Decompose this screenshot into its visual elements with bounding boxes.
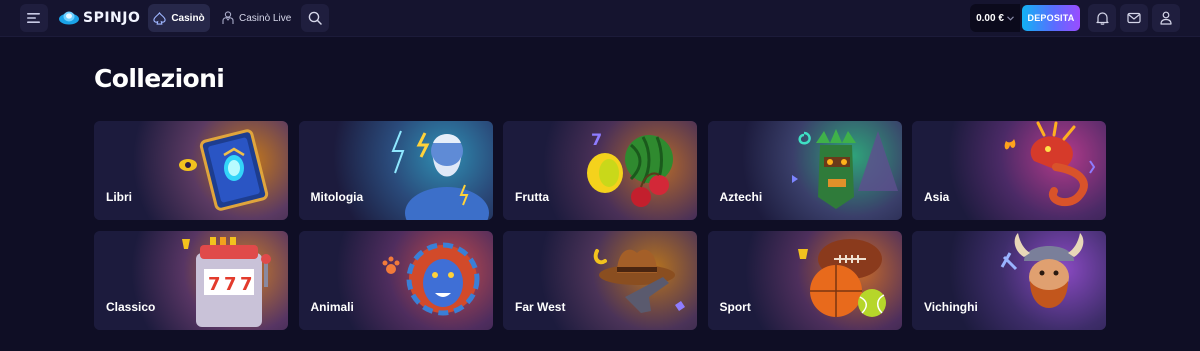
logo-text: SPINJO (83, 10, 141, 26)
search-button[interactable] (301, 4, 329, 32)
viking-icon (1000, 233, 1084, 308)
collection-label: Aztechi (719, 190, 763, 204)
collection-label: Far West (515, 300, 566, 314)
collection-card-frutta[interactable]: 7 Frutta (503, 121, 697, 220)
slot-machine-icon: 7 7 7 (182, 237, 271, 327)
collection-card-libri[interactable]: Libri (94, 121, 288, 220)
collection-label: Libri (106, 190, 132, 204)
lion-icon (382, 242, 479, 316)
nav-tab-casino-live-label: Casinò Live (239, 12, 292, 24)
collection-label: Sport (719, 300, 751, 314)
notifications-button[interactable] (1088, 4, 1116, 32)
collection-card-classico[interactable]: 7 7 7 Classico (94, 231, 288, 330)
collection-card-mitologia[interactable]: Mitologia (298, 121, 493, 220)
collection-card-aztechi[interactable]: Aztechi (707, 121, 902, 220)
collection-label: Vichinghi (924, 300, 978, 314)
dealer-icon (222, 11, 234, 24)
svg-text:7: 7 (240, 274, 253, 295)
balance-amount: 0.00 € (976, 12, 1004, 24)
hamburger-menu-icon (27, 13, 40, 23)
aztec-mask-icon (791, 129, 898, 209)
spade-icon (153, 11, 166, 25)
collection-card-far-west[interactable]: Far West (503, 231, 697, 330)
svg-text:7: 7 (591, 130, 602, 149)
account-button[interactable] (1152, 4, 1180, 32)
fruit-icon: 7 (587, 130, 673, 207)
collection-card-sport[interactable]: Sport (707, 231, 902, 330)
page-title: Collezioni (94, 64, 225, 93)
mail-icon (1127, 12, 1141, 24)
deposit-button[interactable]: DEPOSITA (1022, 5, 1080, 31)
chevron-down-icon (1007, 15, 1014, 21)
balance-selector[interactable]: 0.00 € (970, 4, 1020, 32)
collection-card-animali[interactable]: Animali (298, 231, 493, 330)
svg-text:7: 7 (224, 274, 237, 295)
collection-card-vichinghi[interactable]: Vichinghi (912, 231, 1106, 330)
nav-tab-casino-live[interactable]: Casinò Live (222, 4, 291, 32)
collection-label: Asia (924, 190, 950, 204)
dragon-icon (1004, 121, 1096, 207)
nav-tab-casino[interactable]: Casinò (148, 4, 210, 32)
messages-button[interactable] (1120, 4, 1148, 32)
collection-card-asia[interactable]: Asia (912, 121, 1106, 220)
menu-button[interactable] (20, 4, 48, 32)
user-icon (1160, 11, 1172, 25)
book-icon (179, 129, 269, 211)
collection-label: Animali (310, 300, 354, 314)
collection-label: Frutta (515, 190, 549, 204)
svg-text:7: 7 (208, 274, 221, 295)
top-bar: SPINJO Casinò Casinò Live 0.00 € DEPOSIT… (0, 0, 1200, 37)
sport-balls-icon (797, 239, 886, 317)
cowboy-hat-icon (593, 249, 685, 313)
zeus-icon (391, 130, 489, 220)
nav-tab-casino-label: Casinò (171, 12, 205, 24)
collections-grid: Libri Mitologia 7 Frutta Aztechi Asia 7 … (94, 121, 1106, 330)
collection-label: Classico (106, 300, 156, 314)
collection-label: Mitologia (310, 190, 364, 204)
search-icon (308, 11, 322, 25)
spinjo-logo[interactable]: SPINJO (58, 8, 140, 28)
bell-icon (1095, 12, 1109, 25)
spinjo-logo-icon (59, 11, 79, 25)
